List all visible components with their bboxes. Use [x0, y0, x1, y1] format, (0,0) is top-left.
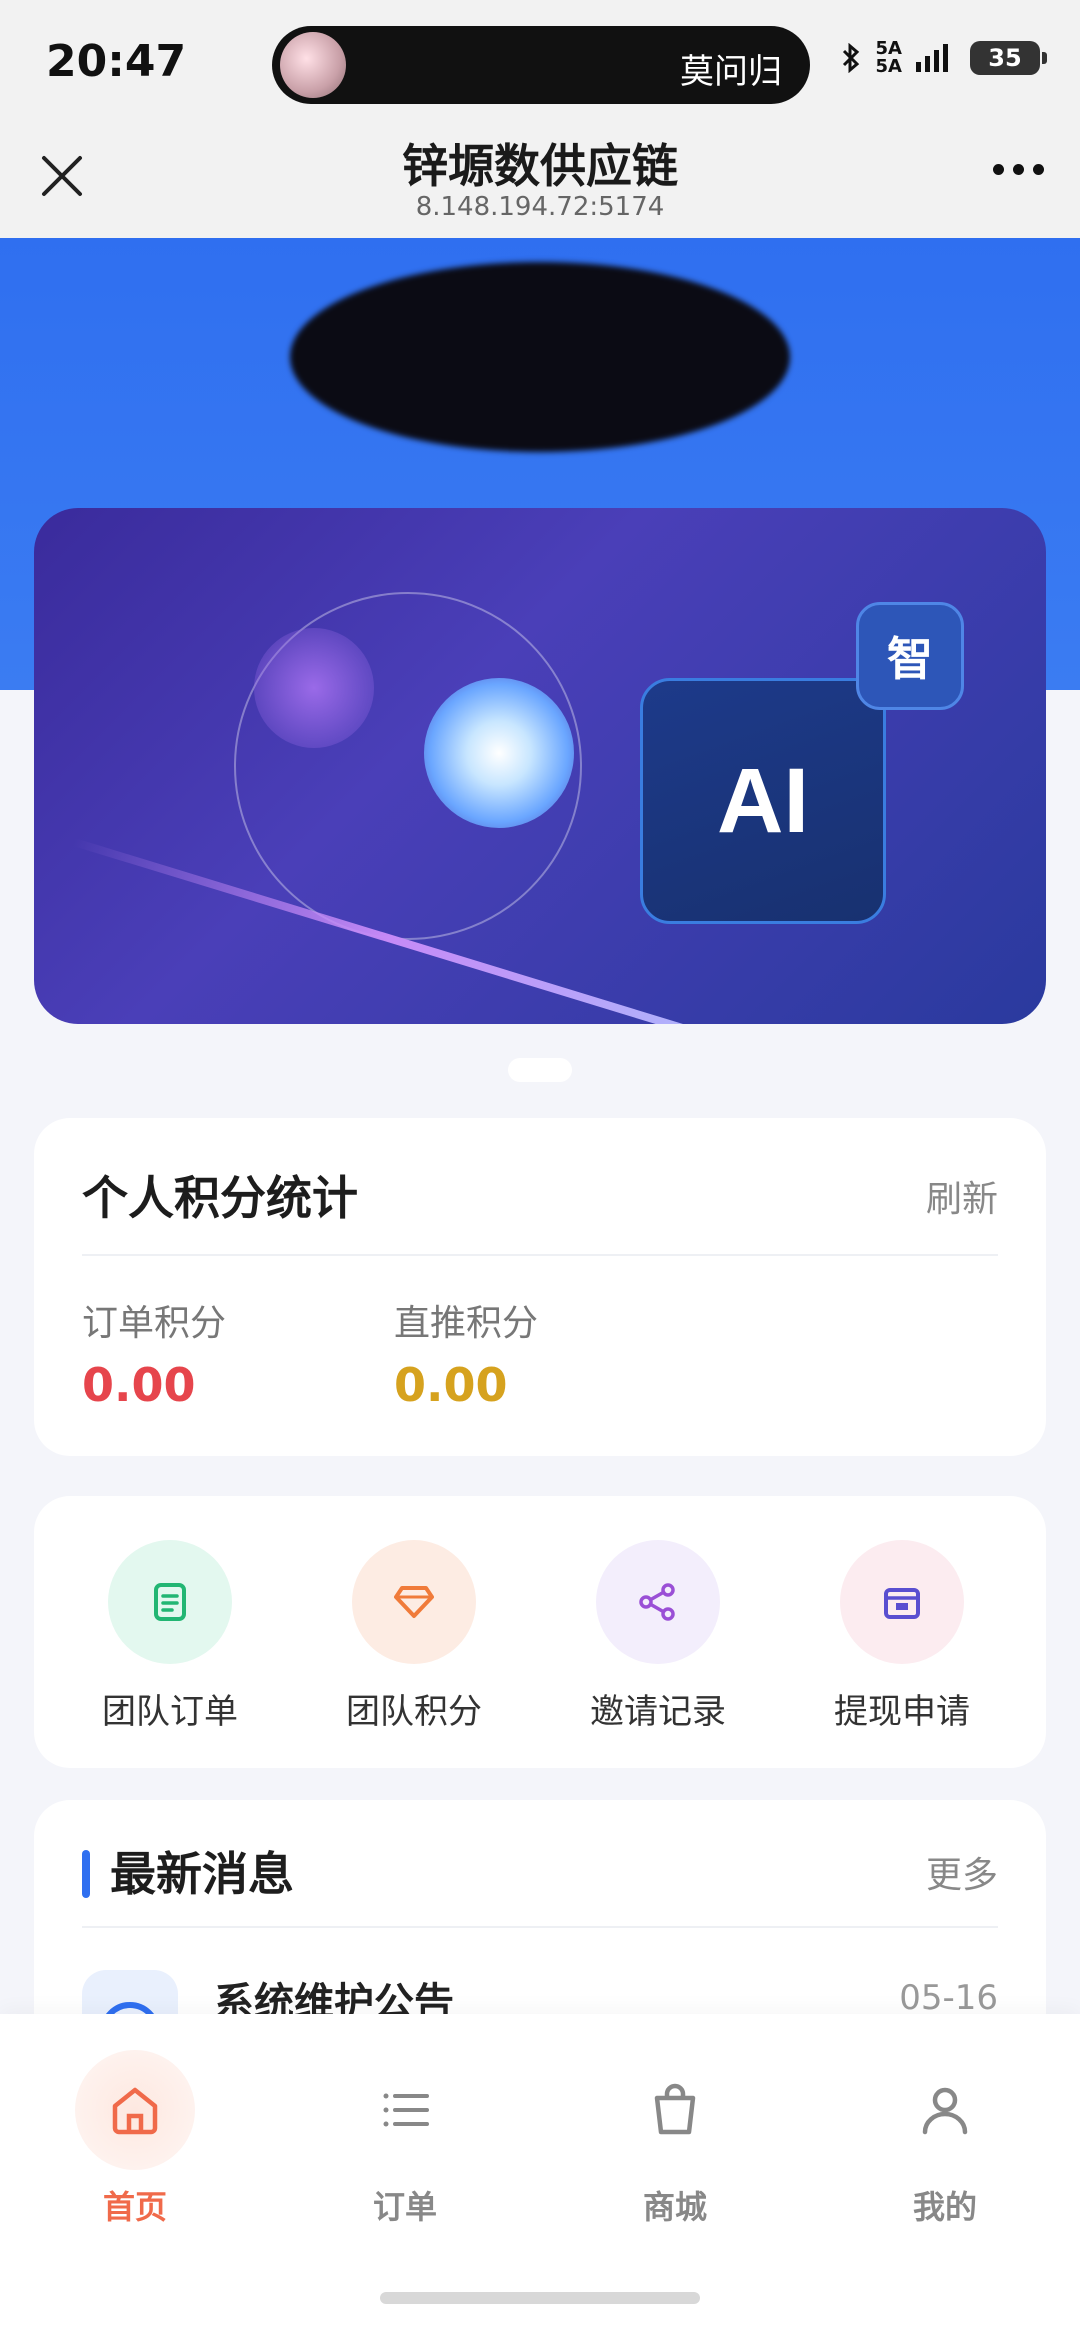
tab-orders[interactable]: 订单: [270, 2050, 540, 2228]
menu-withdraw-request[interactable]: 提现申请: [780, 1540, 1024, 1733]
more-dot-icon: [1033, 164, 1044, 175]
divider: [82, 1254, 998, 1256]
home-icon: [75, 2050, 195, 2170]
tab-mall[interactable]: 商城: [540, 2050, 810, 2228]
status-bar: 20:47 莫问归 5A 5A 35: [0, 0, 1080, 120]
home-indicator[interactable]: [380, 2292, 700, 2304]
navbar: 锌塬数供应链 8.148.194.72:5174: [0, 120, 1080, 238]
order-points-value: 0.00: [82, 1358, 196, 1412]
shopping-bag-icon: [615, 2050, 735, 2170]
menu-label: 邀请记录: [590, 1692, 726, 1732]
island-text: 莫问归: [680, 52, 782, 92]
share-icon: [596, 1540, 720, 1664]
zhi-badge: 智: [856, 602, 964, 710]
news-item-date: 05-16: [899, 1978, 998, 2018]
document-icon: [108, 1540, 232, 1664]
battery-icon: 35: [970, 41, 1047, 75]
status-icons: 5A 5A 35: [840, 38, 1047, 77]
dynamic-island[interactable]: 莫问归: [272, 26, 810, 104]
menu-label: 提现申请: [834, 1692, 970, 1732]
direct-points-value: 0.00: [394, 1358, 508, 1412]
ai-banner[interactable]: AI 智: [34, 508, 1046, 1024]
orb-purple: [254, 628, 374, 748]
tab-label: 我的: [912, 2188, 977, 2226]
menu-team-points[interactable]: 团队积分: [292, 1540, 536, 1733]
news-title: 最新消息: [110, 1847, 294, 1901]
more-news-button[interactable]: 更多: [926, 1846, 998, 1898]
menu-label: 团队积分: [346, 1692, 482, 1732]
signal-bars-icon: [916, 44, 948, 72]
points-title: 个人积分统计: [82, 1171, 358, 1225]
page-title: 锌塬数供应链: [402, 139, 678, 193]
user-icon: [885, 2050, 1005, 2170]
tab-label: 订单: [372, 2188, 437, 2226]
island-avatar: [280, 32, 346, 98]
refresh-button[interactable]: 刷新: [926, 1170, 998, 1222]
page-url: 8.148.194.72:5174: [415, 192, 665, 222]
orb-glow: [424, 678, 574, 828]
quick-menu-card: 团队订单 团队积分 邀请记录 提现申请: [34, 1496, 1046, 1768]
signal-icon: 5A 5A: [875, 38, 902, 77]
order-points-label: 订单积分: [82, 1303, 227, 1344]
section-accent-bar: [82, 1850, 90, 1898]
bottom-tab-bar: 首页 订单 商城 我的: [0, 2014, 1080, 2325]
wallet-icon: [840, 1540, 964, 1664]
status-time: 20:47: [46, 36, 187, 87]
more-button[interactable]: [993, 164, 1044, 175]
points-card: 个人积分统计 刷新 订单积分 0.00 直推积分 0.00: [34, 1118, 1046, 1456]
tab-label: 商城: [642, 2188, 707, 2226]
divider: [82, 1926, 998, 1928]
bluetooth-icon: [842, 43, 859, 73]
menu-label: 团队订单: [102, 1692, 238, 1732]
direct-points-label: 直推积分: [394, 1303, 539, 1344]
tab-label: 首页: [102, 2188, 167, 2226]
more-dot-icon: [1013, 164, 1024, 175]
more-dot-icon: [993, 164, 1004, 175]
menu-team-orders[interactable]: 团队订单: [48, 1540, 292, 1733]
ai-badge: AI: [640, 678, 886, 924]
tab-profile[interactable]: 我的: [810, 2050, 1080, 2228]
tab-home[interactable]: 首页: [0, 2050, 270, 2228]
diamond-icon: [352, 1540, 476, 1664]
menu-invite-records[interactable]: 邀请记录: [536, 1540, 780, 1733]
redacted-region: [290, 262, 790, 452]
list-icon: [345, 2050, 465, 2170]
light-beam: [72, 838, 1046, 1024]
carousel-indicator[interactable]: [508, 1058, 572, 1082]
